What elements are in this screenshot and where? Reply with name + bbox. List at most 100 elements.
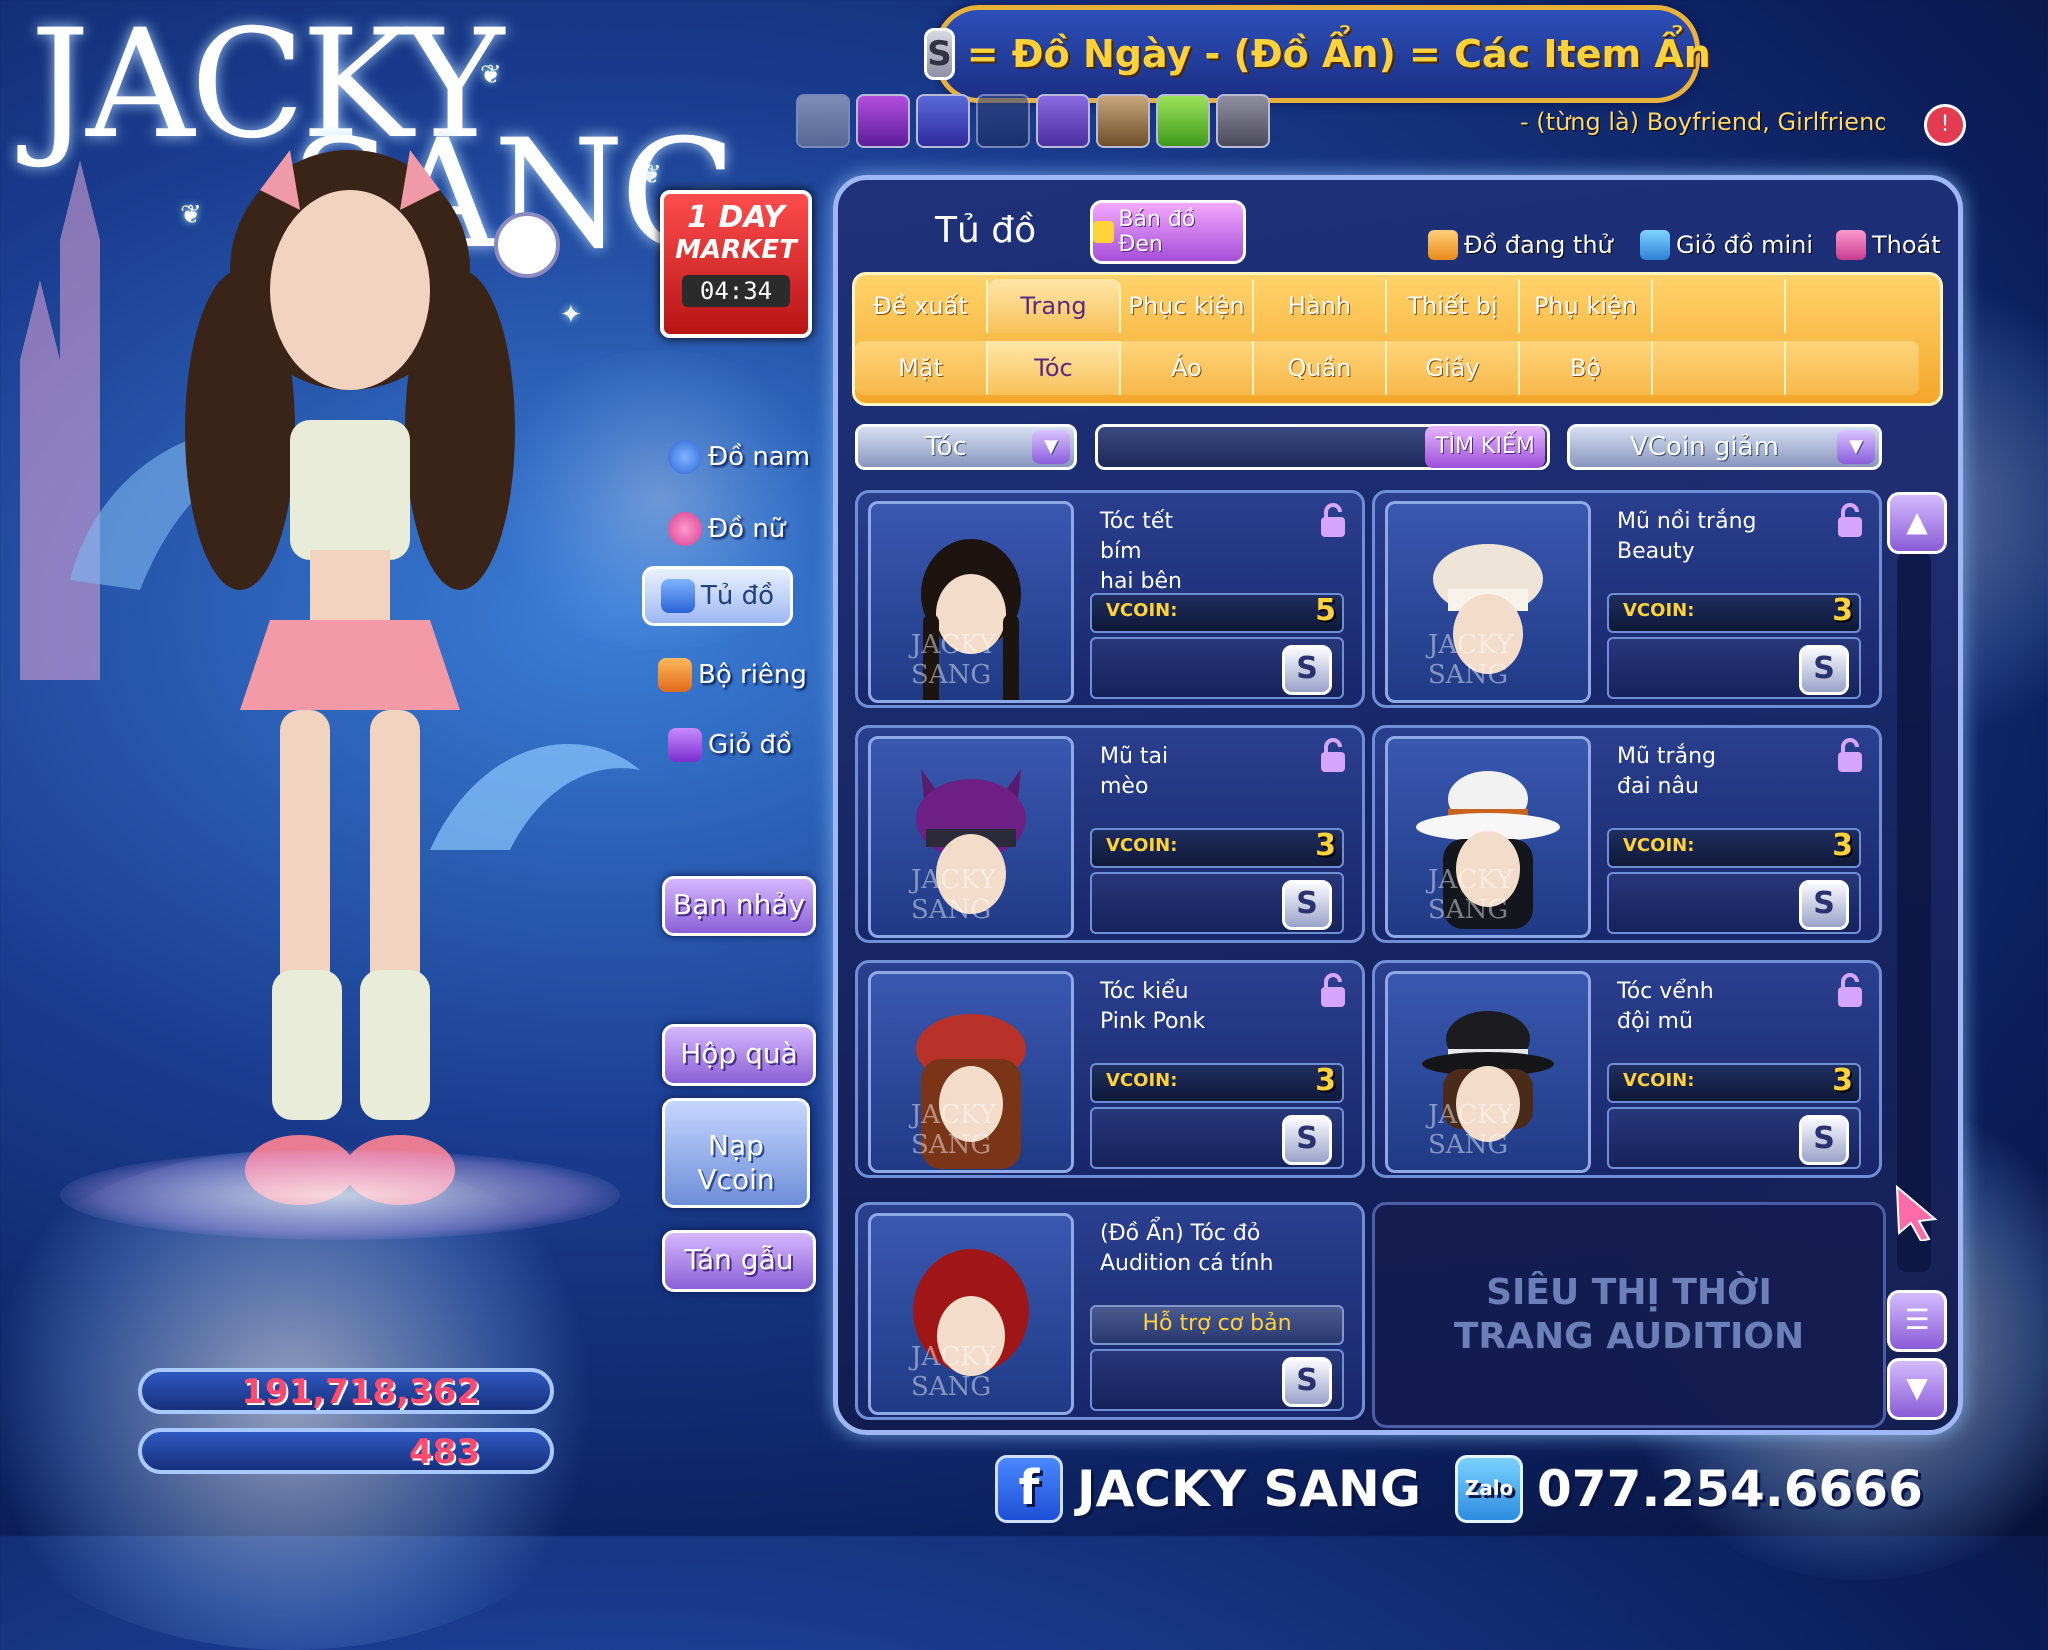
s-badge-icon: S — [924, 28, 955, 80]
search-button[interactable]: TÌM KIẾM — [1425, 426, 1545, 468]
s-button[interactable]: S — [1282, 880, 1332, 930]
s-button[interactable]: S — [1282, 1115, 1332, 1165]
news-ticker: - (từng là) Boyfriend, Girlfriend — [1520, 108, 1885, 136]
item-card[interactable]: JACKY SANG Mũ tai mèo VCOIN: 3 S — [855, 725, 1365, 943]
item-name-line: mèo — [1100, 774, 1149, 799]
basket-icon — [1640, 230, 1670, 260]
tv-icon[interactable] — [1036, 94, 1090, 148]
menu-cart-label: Giỏ đồ — [708, 730, 792, 760]
giftbox-button[interactable]: Hộp quà — [662, 1024, 816, 1086]
menu-cart[interactable]: Giỏ đồ — [668, 728, 792, 762]
tab-accessory-set[interactable]: Phục kiện — [1121, 279, 1254, 333]
scroll-down-button[interactable]: ▼ — [1887, 1358, 1947, 1420]
s-button[interactable]: S — [1799, 1115, 1849, 1165]
hand-icon[interactable] — [1216, 94, 1270, 148]
lock-icon — [1838, 503, 1862, 537]
tab-empty — [1653, 279, 1786, 333]
tab-set[interactable]: Bộ — [1520, 341, 1653, 395]
zalo-icon[interactable]: Zalo — [1455, 1455, 1523, 1523]
vcoin-balance: 483 — [138, 1428, 554, 1474]
s-button[interactable]: S — [1799, 880, 1849, 930]
vcoin-price: 3 — [1832, 1063, 1853, 1098]
partner-button[interactable]: Bạn nhảy — [662, 876, 816, 936]
chat-button[interactable]: Tán gẫu — [662, 1230, 816, 1292]
tab-empty — [1786, 279, 1919, 333]
s-button[interactable]: S — [1282, 1357, 1332, 1407]
trying-on-button[interactable]: Đồ đang thử — [1428, 230, 1613, 260]
topup-label-line1: Nạp — [708, 1129, 764, 1162]
topup-vcoin-button[interactable]: Nạp Vcoin — [662, 1098, 810, 1208]
action-bar: S — [1607, 1107, 1861, 1169]
pet-icon[interactable] — [916, 94, 970, 148]
item-name: Tóc vểnh đội mũ — [1617, 977, 1817, 1037]
garden-icon[interactable] — [1156, 94, 1210, 148]
item-thumbnail: JACKY SANG — [1385, 971, 1591, 1173]
thumbnail-watermark: JACKY SANG — [911, 1100, 996, 1160]
item-name-line: đai nâu — [1617, 774, 1699, 799]
tab-accessory[interactable]: Phụ kiện — [1520, 279, 1653, 333]
photo-icon[interactable] — [1096, 94, 1150, 148]
price-bar: VCOIN: 3 — [1090, 828, 1344, 868]
scroll-up-button[interactable]: ▲ — [1887, 492, 1947, 554]
scrollbar-track[interactable] — [1897, 552, 1931, 1272]
lock-icon — [1321, 973, 1345, 1007]
item-card[interactable]: JACKY SANG (Đồ Ẩn) Tóc đỏ Audition cá tí… — [855, 1202, 1365, 1420]
s-button[interactable]: S — [1799, 645, 1849, 695]
vcoin-price: 3 — [1315, 828, 1336, 863]
tab-pants[interactable]: Quần — [1254, 341, 1387, 395]
tab-shirt[interactable]: Áo — [1121, 341, 1254, 395]
footer-name: JACKY SANG — [1077, 1460, 1421, 1518]
sort-dropdown[interactable]: VCoin giảm ▼ — [1567, 424, 1882, 470]
item-name-line: Pink Ponk — [1100, 1009, 1206, 1034]
mini-cart-button[interactable]: Giỏ đồ mini — [1640, 230, 1813, 260]
menu-female-clothes[interactable]: Đồ nữ — [668, 512, 785, 546]
item-card[interactable]: JACKY SANG Tóc vểnh đội mũ VCOIN: 3 S — [1372, 960, 1882, 1178]
menu-male-clothes[interactable]: Đồ nam — [668, 440, 810, 474]
item-name-line: Mũ trắng — [1617, 744, 1716, 769]
s-button[interactable]: S — [1282, 645, 1332, 695]
footer-facebook: f JACKY SANG — [995, 1455, 1421, 1523]
exit-button[interactable]: Thoát — [1836, 230, 1941, 260]
chevron-down-icon: ▼ — [1032, 430, 1070, 464]
tab-suggested[interactable]: Đề xuất — [855, 279, 988, 333]
banner-text: = Đồ Ngày - (Đồ Ẩn) = Các Item Ẩn — [966, 32, 1711, 76]
gramophone-icon[interactable] — [856, 94, 910, 148]
item-card[interactable]: JACKY SANG Tóc kiểu Pink Ponk VCOIN: 3 S — [855, 960, 1365, 1178]
facebook-icon[interactable]: f — [995, 1455, 1063, 1523]
item-name-line: (Đồ Ẩn) Tóc đỏ — [1100, 1221, 1261, 1246]
shadow-icon[interactable] — [976, 94, 1030, 148]
tab-shoes[interactable]: Giầy — [1387, 341, 1520, 395]
action-bar: S — [1607, 637, 1861, 699]
tab-hair[interactable]: Tóc — [988, 341, 1121, 395]
category-dropdown[interactable]: Tóc ▼ — [855, 424, 1077, 470]
item-name-line: Tóc vểnh — [1617, 979, 1714, 1004]
tab-device[interactable]: Thiết bị — [1387, 279, 1520, 333]
tab-face[interactable]: Mặt — [855, 341, 988, 395]
item-name-line: Mũ tai — [1100, 744, 1169, 769]
item-card[interactable]: JACKY SANG Mũ nồi trắng Beauty VCOIN: 3 … — [1372, 490, 1882, 708]
item-name: Mũ nồi trắng Beauty — [1617, 507, 1817, 567]
one-day-market-button[interactable]: 1 DAY MARKET 04:34 — [660, 190, 812, 338]
vcoin-price: 3 — [1832, 593, 1853, 628]
black-market-button[interactable]: Bán đồ Đen — [1090, 200, 1246, 264]
tab-action[interactable]: Hành động — [1254, 279, 1387, 374]
tab-outfit[interactable]: Trang phục — [988, 279, 1121, 374]
thumbnail-watermark: JACKY SANG — [1428, 1100, 1513, 1160]
shirt-icon — [1428, 230, 1458, 260]
item-thumbnail: JACKY SANG — [868, 736, 1074, 938]
menu-private-set[interactable]: Bộ riêng — [658, 658, 807, 692]
black-market-label: Bán đồ Đen — [1118, 207, 1196, 257]
top-banner: S = Đồ Ngày - (Đồ Ẩn) = Các Item Ẩn — [924, 5, 1711, 103]
menu-wardrobe[interactable]: Tủ đồ — [642, 566, 794, 626]
notification-icon[interactable]: ! — [1924, 104, 1966, 146]
vcoin-label: VCOIN: — [1623, 835, 1695, 856]
mini-cart-label: Giỏ đồ mini — [1676, 231, 1814, 259]
price-bar: VCOIN: 5 — [1090, 593, 1344, 633]
scroll-menu-button[interactable]: ☰ — [1887, 1290, 1947, 1352]
vcoin-label: VCOIN: — [1106, 835, 1178, 856]
gift-icon[interactable] — [796, 94, 850, 148]
item-card[interactable]: JACKY SANG Mũ trắng đai nâu VCOIN: 3 S — [1372, 725, 1882, 943]
item-card[interactable]: JACKY SANG Tóc tết bím hai bên VCOIN: 5 … — [855, 490, 1365, 708]
vcoin-label: VCOIN: — [1106, 600, 1178, 621]
item-thumbnail: JACKY SANG — [868, 1213, 1074, 1415]
